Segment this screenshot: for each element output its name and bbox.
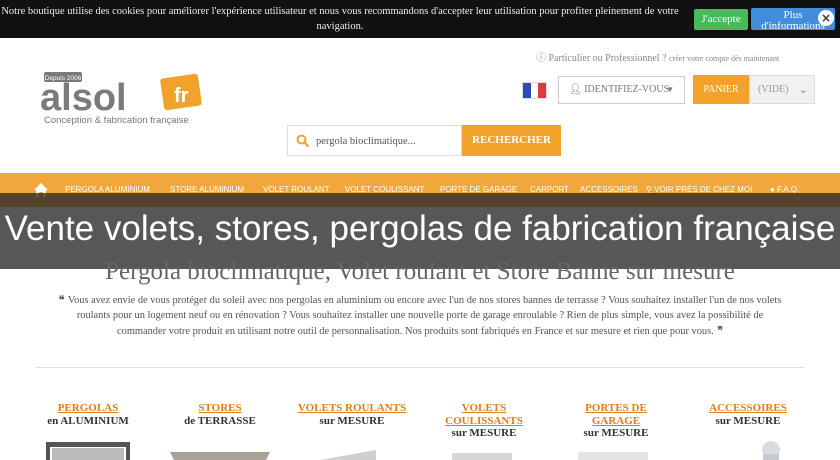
chevron-down-icon: ⌄ — [798, 83, 808, 96]
french-flag-icon[interactable] — [522, 82, 547, 99]
category-title[interactable]: ACCESSOIRES — [693, 402, 803, 415]
cart-button[interactable]: PANIER — [693, 75, 749, 104]
category-sub: sur MESURE — [319, 414, 385, 427]
identify-dropdown[interactable]: 👤︎ IDENTIFIEZ-VOUS ▼ — [558, 76, 685, 104]
account-line[interactable]: ⓘ Particulier ou Professionnel ? créer v… — [536, 49, 779, 64]
volet-coulissant-image[interactable] — [452, 450, 512, 460]
search-icon — [296, 134, 310, 148]
page-title: Pergola bioclimatique, Volet roulant et … — [105, 258, 735, 285]
accessoires-image[interactable] — [757, 438, 785, 460]
category-title[interactable]: PERGOLAS — [33, 402, 143, 415]
category-title[interactable]: STORES — [165, 402, 275, 415]
cart-status-label: (VIDE) — [758, 84, 789, 95]
intro-text: ❝ Vous avez envie de vous protéger du so… — [56, 293, 784, 339]
logo-main: alsol — [40, 77, 127, 119]
category-title[interactable]: VOLETS COULISSANTS — [429, 402, 539, 427]
category-title[interactable]: VOLETS ROULANTS — [297, 402, 407, 415]
banner-text: Vente volets, stores, pergolas de fabric… — [4, 209, 836, 248]
category-volets-roulants[interactable]: VOLETS ROULANTS sur MESURE — [297, 402, 407, 427]
category-sub: de TERRASSE — [184, 414, 256, 427]
user-icon: 👤︎ — [569, 84, 585, 95]
search-box[interactable] — [287, 125, 462, 156]
category-portes-garage[interactable]: PORTES DE GARAGE sur MESURE — [561, 402, 671, 440]
volet-roulant-image[interactable] — [320, 450, 376, 460]
accept-cookies-button[interactable]: J'accepte — [694, 9, 748, 30]
intro-paragraph: Vous avez envie de vous protéger du sole… — [67, 295, 782, 337]
quote-open-icon: ❝ — [58, 294, 68, 306]
category-sub: sur MESURE — [583, 427, 649, 439]
account-subtext: créer votre compte dès maintenant — [669, 54, 780, 63]
category-volets-coulissants[interactable]: VOLETS COULISSANTS sur MESURE — [429, 402, 539, 440]
category-sub: sur MESURE — [451, 427, 517, 439]
caret-down-icon: ▼ — [666, 85, 674, 94]
category-sub: en ALUMINIUM — [47, 414, 129, 427]
category-title[interactable]: PORTES DE GARAGE — [561, 402, 671, 427]
info-icon: ⓘ — [536, 53, 546, 64]
account-text: Particulier ou Professionnel ? — [548, 53, 667, 64]
identify-label: IDENTIFIEZ-VOUS — [584, 84, 670, 95]
cookie-bar: Notre boutique utilise des cookies pour … — [0, 0, 840, 38]
divider — [36, 367, 804, 368]
category-accessoires[interactable]: ACCESSOIRES sur MESURE — [693, 402, 803, 427]
category-stores[interactable]: STORES de TERRASSE — [165, 402, 275, 427]
site-logo[interactable]: Depuis 2006 alsol fr Conception & fabric… — [38, 68, 208, 130]
category-sub: sur MESURE — [715, 414, 781, 427]
search-input[interactable] — [316, 131, 456, 151]
category-pergolas[interactable]: PERGOLAS en ALUMINIUM — [33, 402, 143, 427]
logo-tagline: Conception & fabrication française — [44, 115, 189, 126]
cookie-text: Notre boutique utilise des cookies pour … — [1, 6, 679, 32]
pergola-image[interactable] — [44, 440, 132, 460]
porte-garage-image[interactable] — [578, 452, 648, 460]
search-button[interactable]: RECHERCHER — [462, 125, 561, 156]
logo-fr: fr — [174, 85, 189, 107]
close-icon[interactable]: × — [818, 10, 834, 26]
store-image[interactable] — [170, 450, 270, 460]
cart-status[interactable]: (VIDE) ⌄ — [749, 75, 815, 104]
quote-close-icon: ❞ — [713, 324, 723, 337]
